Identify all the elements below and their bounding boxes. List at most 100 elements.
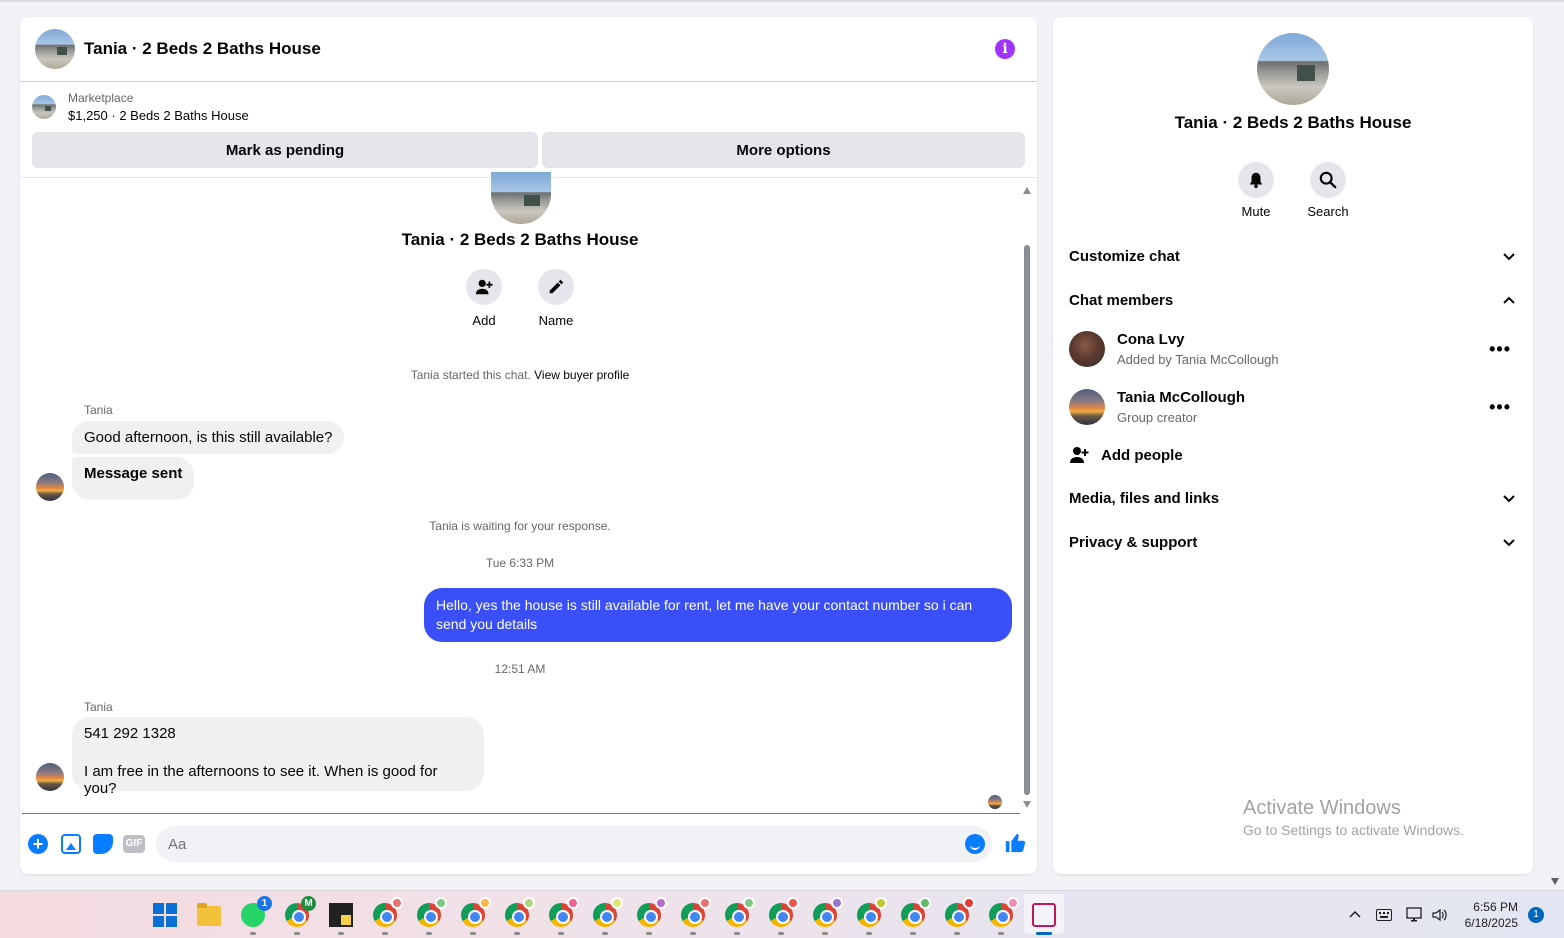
timestamp: Tue 6:33 PM bbox=[485, 556, 555, 570]
timestamp: 12:51 AM bbox=[494, 662, 546, 676]
plus-icon[interactable]: + bbox=[28, 834, 48, 854]
info-icon[interactable]: i bbox=[995, 39, 1015, 59]
tray-overflow-chevron[interactable] bbox=[1348, 891, 1362, 938]
chrome-icon[interactable] bbox=[901, 897, 931, 927]
sender-avatar[interactable] bbox=[36, 763, 64, 791]
scroll-up-arrow[interactable] bbox=[1023, 187, 1031, 194]
page-scroll-down-arrow[interactable] bbox=[1551, 878, 1559, 885]
system-clock[interactable]: 6:56 PM 6/18/2025 bbox=[1460, 899, 1518, 931]
member-subtitle: Added by Tania McCollough bbox=[1117, 352, 1279, 367]
member-item[interactable]: Tania McCollough Group creator ••• bbox=[1069, 389, 1517, 429]
started-text: Tania started this chat. bbox=[410, 368, 531, 382]
keyboard-icon[interactable] bbox=[1376, 891, 1392, 938]
incoming-message[interactable]: Good afternoon, is this still available? bbox=[72, 421, 345, 454]
chrome-icon[interactable] bbox=[681, 897, 711, 927]
privacy-support-section[interactable]: Privacy & support bbox=[1069, 534, 1517, 551]
add-person-icon[interactable] bbox=[466, 269, 502, 305]
network-icon[interactable] bbox=[1406, 891, 1424, 938]
volume-icon[interactable] bbox=[1431, 891, 1449, 938]
chrome-icon[interactable] bbox=[989, 897, 1019, 927]
scroll-thumb[interactable] bbox=[1024, 245, 1030, 795]
sticker-icon[interactable] bbox=[93, 834, 113, 854]
outgoing-message[interactable]: Hello, yes the house is still available … bbox=[424, 588, 1012, 642]
gif-icon[interactable]: GIF bbox=[123, 835, 145, 853]
group-avatar bbox=[491, 172, 551, 224]
info-avatar[interactable] bbox=[1257, 33, 1329, 105]
chat-title[interactable]: Tania · 2 Beds 2 Baths House bbox=[84, 39, 321, 59]
running-indicator bbox=[294, 932, 300, 935]
running-indicator bbox=[954, 932, 960, 935]
chat-members-section[interactable]: Chat members bbox=[1069, 292, 1517, 309]
thumbs-up-icon[interactable] bbox=[1004, 832, 1026, 854]
photo-icon[interactable] bbox=[61, 834, 81, 854]
pencil-icon[interactable] bbox=[538, 269, 574, 305]
sticky-notes-icon[interactable] bbox=[329, 903, 353, 927]
marketplace-listing[interactable]: Marketplace $1,250 · 2 Beds 2 Baths Hous… bbox=[32, 91, 249, 123]
chrome-icon[interactable] bbox=[725, 897, 755, 927]
scroll-down-arrow[interactable] bbox=[1023, 801, 1031, 808]
group-name: Tania · 2 Beds 2 Baths House bbox=[401, 230, 639, 249]
search-icon[interactable] bbox=[1310, 162, 1346, 198]
chrome-icon[interactable] bbox=[857, 897, 887, 927]
chrome-icon[interactable] bbox=[505, 897, 535, 927]
more-icon[interactable]: ••• bbox=[1489, 397, 1511, 418]
chrome-icon[interactable] bbox=[549, 897, 579, 927]
profile-dot bbox=[699, 897, 711, 909]
incoming-message[interactable]: 541 292 1328 I am free in the afternoons… bbox=[72, 717, 484, 797]
section-label: Customize chat bbox=[1069, 248, 1180, 265]
chrome-icon[interactable] bbox=[373, 897, 403, 927]
profile-dot bbox=[875, 897, 887, 909]
add-action[interactable]: Add bbox=[466, 269, 502, 328]
chrome-icon[interactable] bbox=[637, 897, 667, 927]
start-icon[interactable] bbox=[153, 903, 177, 927]
media-files-links-section[interactable]: Media, files and links bbox=[1069, 490, 1517, 507]
waiting-note: Tania is waiting for your response. bbox=[429, 519, 611, 533]
seen-indicator bbox=[988, 795, 1002, 809]
search-action[interactable]: Search bbox=[1307, 162, 1349, 219]
search-label: Search bbox=[1307, 204, 1349, 219]
customize-chat-section[interactable]: Customize chat bbox=[1069, 248, 1517, 265]
snipping-tool-icon[interactable] bbox=[1032, 903, 1056, 927]
view-buyer-profile-link[interactable]: View buyer profile bbox=[534, 368, 629, 382]
bell-icon[interactable] bbox=[1238, 162, 1274, 198]
chrome-icon[interactable] bbox=[769, 897, 799, 927]
profile-dot bbox=[567, 897, 579, 909]
chrome-icon[interactable] bbox=[461, 897, 491, 927]
more-icon[interactable]: ••• bbox=[1489, 339, 1511, 360]
running-indicator bbox=[470, 932, 476, 935]
mute-action[interactable]: Mute bbox=[1238, 162, 1274, 219]
activate-windows-watermark: Activate Windows Go to Settings to activ… bbox=[1243, 797, 1464, 838]
chrome-icon[interactable] bbox=[813, 897, 843, 927]
running-indicator bbox=[866, 932, 872, 935]
emoji-icon[interactable] bbox=[965, 834, 985, 854]
clock-date: 6/18/2025 bbox=[1464, 916, 1518, 930]
add-people-label: Add people bbox=[1101, 446, 1183, 464]
mark-as-pending-button[interactable]: Mark as pending bbox=[32, 132, 538, 168]
profile-dot bbox=[435, 897, 447, 909]
member-avatar[interactable] bbox=[1069, 389, 1105, 425]
chrome-profile-badge: M bbox=[301, 896, 316, 911]
notification-badge[interactable]: 1 bbox=[1528, 907, 1544, 923]
name-action[interactable]: Name bbox=[538, 269, 574, 328]
add-people-button[interactable]: Add people bbox=[1069, 445, 1183, 465]
more-options-button[interactable]: More options bbox=[542, 132, 1025, 168]
incoming-message[interactable]: Message sent bbox=[72, 457, 195, 500]
chat-avatar[interactable] bbox=[35, 29, 75, 69]
sender-avatar[interactable] bbox=[36, 473, 64, 501]
chrome-icon[interactable] bbox=[593, 897, 623, 927]
chrome-icon[interactable] bbox=[417, 897, 447, 927]
member-name: Tania McCollough bbox=[1117, 389, 1246, 406]
message-input[interactable] bbox=[156, 826, 992, 862]
member-item[interactable]: Cona Lvy Added by Tania McCollough ••• bbox=[1069, 331, 1517, 371]
chrome-icon[interactable]: M bbox=[285, 896, 316, 927]
window-top-edge bbox=[0, 0, 1564, 2]
chat-scrollbar[interactable] bbox=[1023, 187, 1031, 808]
chrome-icon[interactable] bbox=[945, 897, 975, 927]
profile-dot bbox=[1007, 897, 1019, 909]
profile-dot bbox=[787, 897, 799, 909]
running-indicator bbox=[382, 932, 388, 935]
member-avatar[interactable] bbox=[1069, 331, 1105, 367]
whatsapp-icon[interactable]: 1 bbox=[241, 896, 272, 927]
clock-time: 6:56 PM bbox=[1473, 900, 1518, 914]
file-explorer-icon[interactable] bbox=[197, 903, 221, 926]
